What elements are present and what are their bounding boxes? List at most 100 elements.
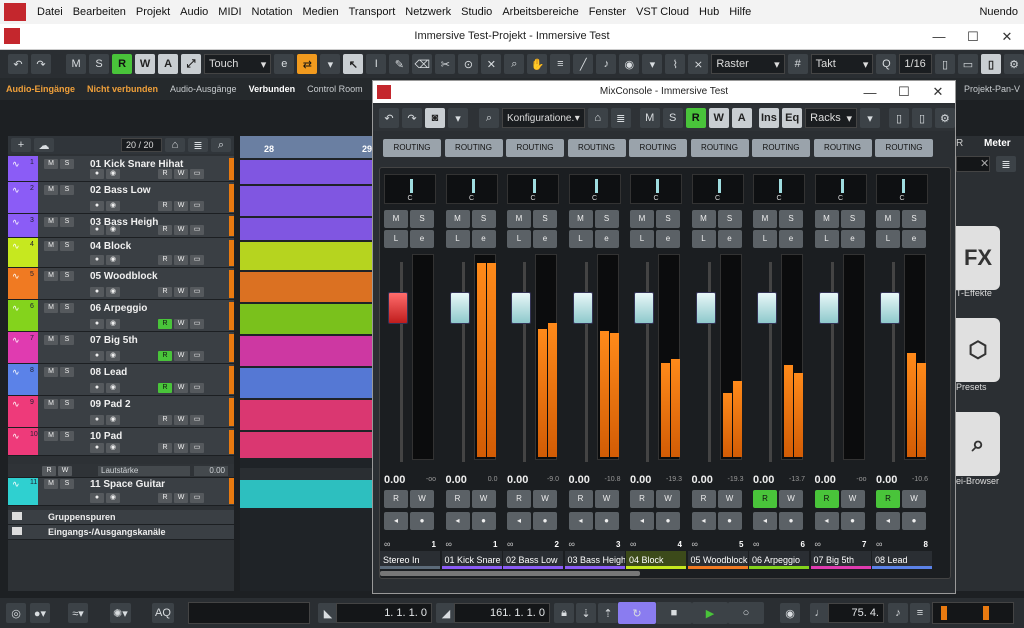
monitor-icon[interactable]: ◂ — [753, 512, 777, 530]
track-monitor-button[interactable]: ◉ — [106, 169, 120, 179]
right-locator-value[interactable]: 161. 1. 1. 0 — [454, 603, 550, 623]
vst-effects-label[interactable]: T-Effekte — [956, 288, 992, 298]
track-solo-button[interactable]: S — [60, 431, 74, 441]
undo-icon[interactable]: ↶ — [379, 108, 399, 128]
routing-button[interactable]: ROUTING — [752, 139, 810, 157]
solo-button[interactable]: S — [840, 210, 865, 228]
edit-e-icon[interactable]: e — [274, 54, 295, 74]
automation-param[interactable]: Lautstärke — [98, 466, 190, 476]
record-enable-icon[interactable]: ● — [779, 512, 803, 530]
track-name[interactable]: 06 Arpeggio — [90, 303, 147, 314]
link-icon[interactable]: ∞ — [507, 539, 513, 549]
track-edit-button[interactable]: ▭ — [190, 319, 204, 329]
edit-channel-button[interactable]: e — [656, 230, 680, 248]
menu-notation[interactable]: Notation — [247, 6, 298, 18]
edit-channel-button[interactable]: e — [594, 230, 619, 248]
read-automation-button[interactable]: R — [814, 490, 839, 508]
monitor-icon[interactable]: ◂ — [384, 512, 408, 530]
track-solo-button[interactable]: S — [60, 479, 74, 489]
layout-left-icon[interactable]: ▯ — [935, 54, 955, 74]
audio-performance-icon[interactable]: ≈▾ — [68, 603, 88, 623]
click-icon[interactable]: ◉ — [780, 603, 800, 623]
search-icon[interactable]: ⌕ — [211, 138, 231, 152]
sync-icon[interactable]: ≡ — [910, 603, 930, 623]
track-edit-button[interactable]: ▭ — [190, 415, 204, 425]
listen-button[interactable]: L — [568, 230, 593, 248]
audio-outputs-label[interactable]: Audio-Ausgänge — [164, 84, 243, 94]
track-record-enable-button[interactable]: ● — [90, 415, 104, 425]
track-read-button[interactable]: R — [158, 493, 172, 503]
configurations-select[interactable]: Konfiguratione. ▾ — [502, 108, 585, 128]
snapshot-icon[interactable]: ◙ — [425, 108, 445, 128]
fx-tile[interactable]: FX — [956, 226, 1000, 290]
track-read-button[interactable]: R — [158, 443, 172, 453]
track-solo-button[interactable]: S — [60, 217, 74, 227]
punch-in-icon[interactable]: ⇣ — [576, 603, 596, 623]
audio-event[interactable] — [240, 304, 372, 334]
edit-channel-button[interactable]: e — [471, 230, 496, 248]
track-row[interactable]: ∿ 8 M S 08 Lead ● ◉ R W ▭ — [8, 364, 234, 396]
track-name[interactable]: 11 Space Guitar — [90, 479, 165, 490]
mute-button[interactable]: M — [445, 210, 470, 228]
track-read-button[interactable]: R — [158, 169, 172, 179]
fader-handle[interactable] — [449, 292, 470, 324]
track-read-button[interactable]: R — [158, 201, 172, 211]
tempo-track-icon[interactable]: ♪ — [888, 603, 908, 623]
track-write-button[interactable]: W — [174, 415, 188, 425]
mute-button[interactable]: M — [691, 210, 716, 228]
menu-hub[interactable]: Hub — [694, 6, 724, 18]
track-record-enable-button[interactable]: ● — [90, 443, 104, 453]
play-icon[interactable]: ▶ — [692, 602, 728, 624]
track-edit-button[interactable]: ▭ — [190, 493, 204, 503]
listen-button[interactable]: L — [814, 230, 839, 248]
record-icon[interactable]: ○ — [728, 602, 764, 624]
track-row[interactable]: ∿ 3 M S 03 Bass Heigh ● ◉ R W ▭ — [8, 214, 234, 238]
track-monitor-button[interactable]: ◉ — [106, 415, 120, 425]
solo-button[interactable]: S — [902, 210, 926, 228]
solo-button[interactable]: S — [656, 210, 680, 228]
horizontal-scrollbar[interactable] — [380, 571, 640, 576]
snap-curve-icon[interactable]: ⌇ — [665, 54, 686, 74]
automation-mode-select[interactable]: Touch ▾ — [204, 54, 272, 74]
file-browser-label[interactable]: ei-Browser — [956, 476, 999, 486]
mute-button[interactable]: M — [66, 54, 87, 74]
volume-value[interactable]: 0.00 — [384, 474, 405, 486]
maximize-icon[interactable]: ☐ — [956, 24, 990, 49]
track-row[interactable]: ∿ 4 M S 04 Block ● ◉ R W ▭ — [8, 238, 234, 268]
channel-name[interactable]: 05 Woodblock — [687, 551, 748, 569]
listen-button[interactable]: L — [507, 230, 531, 248]
mute-button[interactable]: M — [753, 210, 777, 228]
record-enable-icon[interactable]: ● — [471, 512, 496, 530]
quantize-select[interactable]: 1/16 — [899, 54, 932, 74]
track-row[interactable]: ∿ 9 M S 09 Pad 2 ● ◉ R W ▭ — [8, 396, 234, 428]
volume-value[interactable]: 0.00 — [692, 474, 713, 486]
track-mute-button[interactable]: M — [44, 431, 58, 441]
read-automation-button[interactable]: R — [507, 490, 531, 508]
audio-event[interactable] — [240, 160, 372, 184]
fader-handle[interactable] — [634, 292, 654, 324]
quantize-icon[interactable]: Q — [876, 54, 897, 74]
peak-value[interactable]: -oo — [426, 476, 436, 483]
read-automation-button[interactable]: R — [691, 490, 716, 508]
mute-button[interactable]: M — [568, 210, 593, 228]
automation-lane-area[interactable] — [240, 468, 372, 480]
track-write-button[interactable]: W — [174, 319, 188, 329]
solo-button[interactable]: S — [89, 54, 110, 74]
menu-arbeitsbereiche[interactable]: Arbeitsbereiche — [497, 6, 583, 18]
glue-icon[interactable]: ⊙ — [458, 54, 479, 74]
inserts-button[interactable]: Ins — [758, 108, 780, 128]
search-icon[interactable]: ⌕ — [479, 108, 499, 128]
track-record-enable-button[interactable]: ● — [90, 383, 104, 393]
racks-select[interactable]: Racks ▾ — [805, 108, 857, 128]
track-write-button[interactable]: W — [174, 493, 188, 503]
write-automation-button[interactable]: W — [717, 490, 742, 508]
close-icon[interactable]: ✕ — [990, 24, 1024, 49]
punch-out-icon[interactable]: ⇡ — [598, 603, 618, 623]
grid-type-icon[interactable]: # — [787, 54, 808, 74]
audio-event[interactable] — [240, 218, 372, 240]
volume-value[interactable]: 0.00 — [446, 474, 467, 486]
mute-button[interactable]: M — [876, 210, 900, 228]
track-monitor-button[interactable]: ◉ — [106, 319, 120, 329]
track-name[interactable]: 07 Big 5th — [90, 335, 138, 346]
track-monitor-button[interactable]: ◉ — [106, 255, 120, 265]
